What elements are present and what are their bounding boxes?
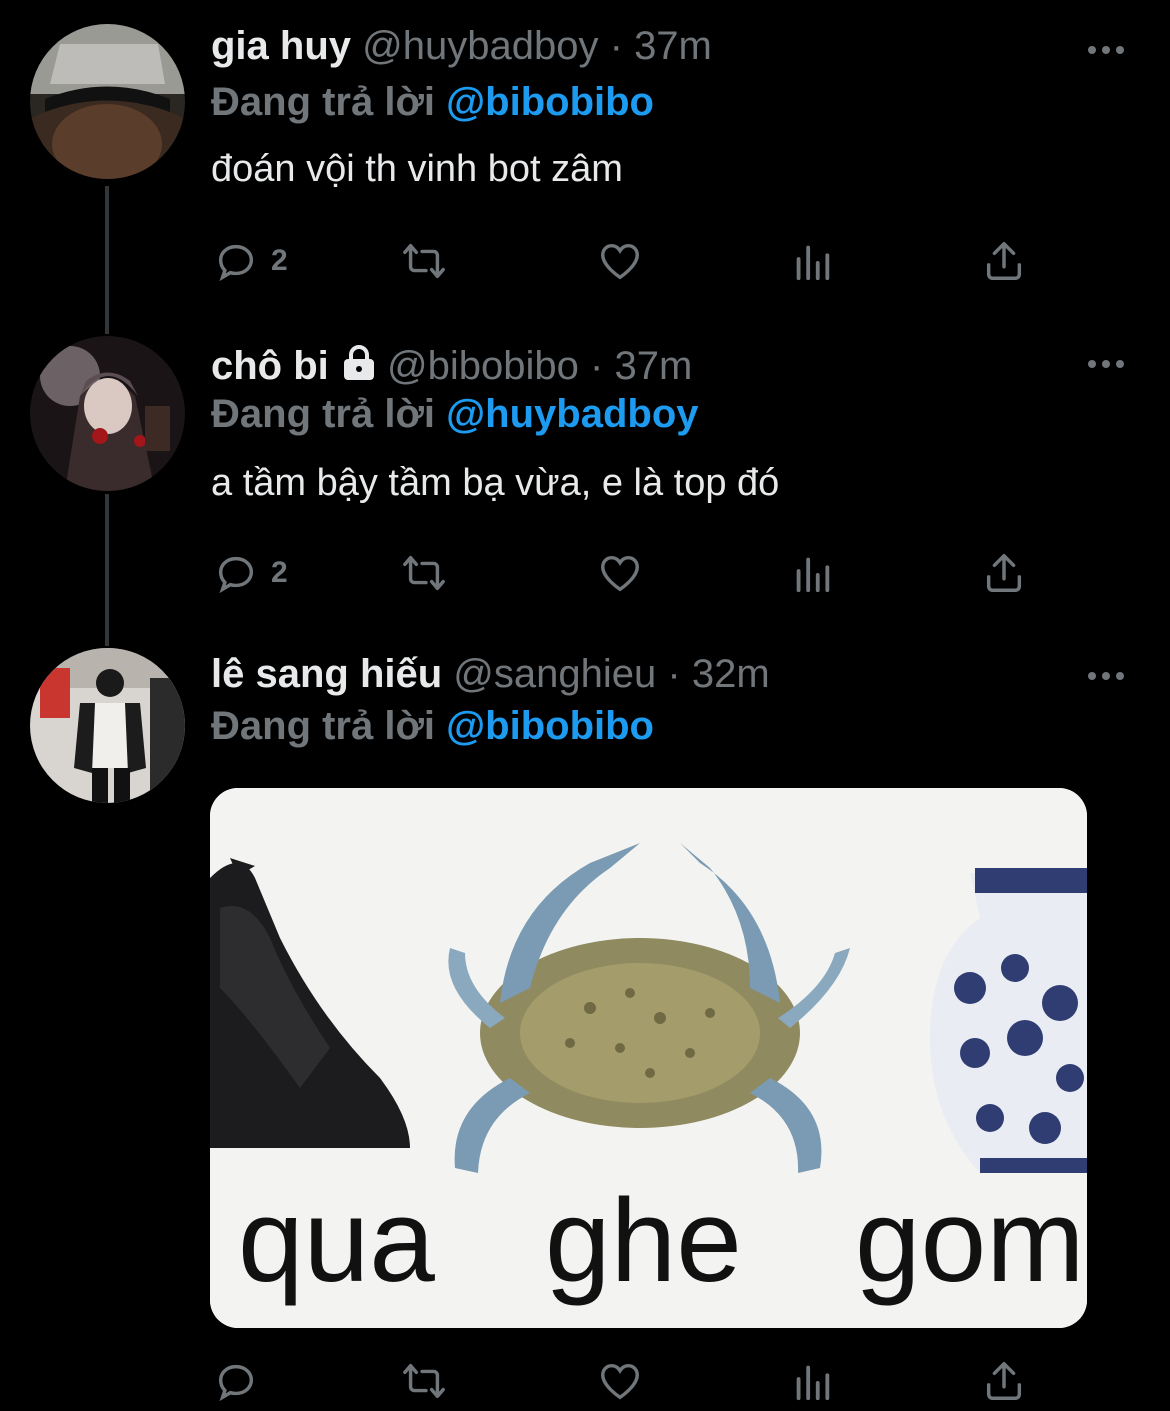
action-bar: 2 (211, 236, 1071, 286)
display-name[interactable]: chô bi (211, 344, 329, 388)
replying-to: Đang trả lời @huybadboy (211, 392, 699, 437)
avatar[interactable] (30, 24, 185, 179)
replying-to: Đang trả lời @bibobibo (211, 80, 654, 125)
timestamp[interactable]: 37m (614, 344, 692, 388)
reply-icon (218, 1364, 254, 1402)
action-bar (211, 1356, 1071, 1406)
reply-icon (218, 556, 254, 594)
like-icon (601, 1363, 639, 1400)
share-button[interactable] (981, 236, 1027, 286)
like-icon (601, 243, 639, 280)
timestamp[interactable]: 32m (692, 652, 770, 696)
views-button[interactable] (789, 1356, 835, 1406)
more-icon[interactable] (1086, 40, 1126, 60)
meme-caption-word: qua (238, 1175, 435, 1307)
separator-dot: · (590, 344, 604, 388)
views-icon (796, 245, 830, 281)
replying-to: Đang trả lời @bibobibo (211, 704, 654, 749)
avatar[interactable] (30, 336, 185, 491)
tweet-header: lê sang hiếu @sanghieu · 32m (211, 652, 770, 697)
retweet-button[interactable] (401, 548, 447, 598)
user-handle[interactable]: @huybadboy (362, 24, 598, 68)
share-button[interactable] (981, 1356, 1027, 1406)
tweet-header: chô bi @bibobibo · 37m (211, 344, 692, 391)
mention-link[interactable]: @huybadboy (446, 392, 698, 436)
views-button[interactable] (789, 236, 835, 286)
mention-link[interactable]: @bibobibo (446, 704, 654, 748)
retweet-icon (403, 1363, 445, 1399)
tweet-text: a tầm bậy tầm bạ vừa, e là top đó (211, 462, 780, 504)
like-button[interactable] (597, 1356, 643, 1406)
reply-button[interactable] (213, 1356, 259, 1406)
timestamp[interactable]: 37m (634, 24, 712, 68)
more-icon[interactable] (1086, 666, 1126, 686)
meme-caption-word: gom (855, 1175, 1085, 1307)
retweet-icon (403, 555, 445, 591)
reply-button[interactable]: 2 (213, 236, 288, 286)
meme-caption-word: ghe (545, 1175, 742, 1307)
like-button[interactable] (597, 236, 643, 286)
replying-prefix: Đang trả lời (211, 704, 436, 748)
more-icon[interactable] (1086, 354, 1126, 374)
tweet-header: gia huy @huybadboy · 37m (211, 24, 712, 69)
replying-prefix: Đang trả lời (211, 80, 436, 124)
separator-dot: · (609, 24, 623, 68)
views-icon (796, 1365, 830, 1401)
action-bar: 2 (211, 548, 1071, 598)
display-name[interactable]: lê sang hiếu (211, 652, 442, 696)
user-handle[interactable]: @sanghieu (453, 652, 656, 696)
like-icon (601, 555, 639, 592)
display-name[interactable]: gia huy (211, 24, 351, 68)
retweet-button[interactable] (401, 236, 447, 286)
mention-link[interactable]: @bibobibo (446, 80, 654, 124)
retweet-button[interactable] (401, 1356, 447, 1406)
share-icon (986, 1362, 1022, 1400)
reply-count: 2 (271, 556, 288, 589)
tweet-text: đoán vội th vinh bot zâm (211, 148, 623, 190)
reply-button[interactable]: 2 (213, 548, 288, 598)
tweet[interactable]: gia huy @huybadboy · 37m Đang trả lời @b… (0, 0, 1170, 310)
replying-prefix: Đang trả lời (211, 392, 436, 436)
views-button[interactable] (789, 548, 835, 598)
avatar[interactable] (30, 648, 185, 803)
like-button[interactable] (597, 548, 643, 598)
tweet-media-image[interactable]: qua ghe gom (210, 788, 1087, 1328)
tweet[interactable]: chô bi @bibobibo · 37m Đang trả lời @huy… (0, 334, 1170, 624)
user-handle[interactable]: @bibobibo (387, 344, 579, 388)
reply-count: 2 (271, 244, 288, 277)
views-icon (796, 557, 830, 593)
share-button[interactable] (981, 548, 1027, 598)
retweet-icon (403, 243, 445, 279)
share-icon (986, 242, 1022, 280)
reply-icon (218, 244, 254, 282)
separator-dot: · (667, 652, 681, 696)
lock-icon (342, 345, 376, 391)
share-icon (986, 554, 1022, 592)
